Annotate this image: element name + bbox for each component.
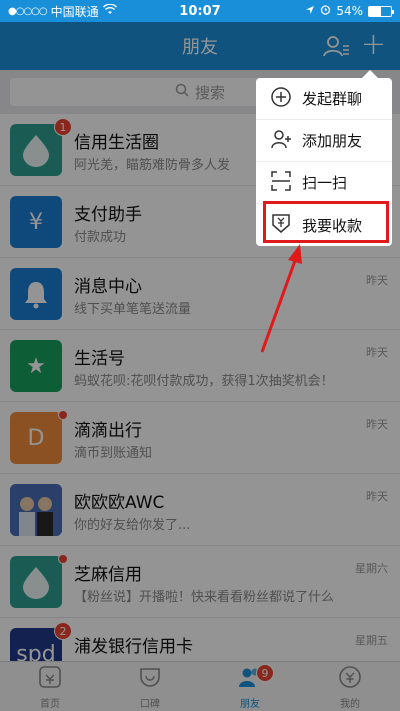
menu-item-add-user[interactable]: 添加朋友 xyxy=(256,120,392,162)
signal-icon: ●○○○○ xyxy=(8,5,48,17)
carrier-label: 中国联通 xyxy=(50,4,99,19)
menu-item-label: 发起群聊 xyxy=(302,90,363,108)
scan-icon xyxy=(270,170,292,196)
alarm-icon xyxy=(320,4,331,18)
battery-percent: 54% xyxy=(336,4,363,18)
menu-item-label: 添加朋友 xyxy=(302,132,363,150)
menu-item-label: 扫一扫 xyxy=(302,174,348,192)
location-icon xyxy=(305,4,315,18)
chat-plus-icon xyxy=(270,86,292,112)
status-bar: ●○○○○ 中国联通 10:07 54% xyxy=(0,0,400,22)
wifi-icon xyxy=(102,3,117,18)
menu-item-chat-plus[interactable]: 发起群聊 xyxy=(256,78,392,120)
highlight-box xyxy=(263,201,389,243)
menu-item-scan[interactable]: 扫一扫 xyxy=(256,162,392,204)
battery-icon xyxy=(368,5,394,17)
add-user-icon xyxy=(270,128,292,154)
